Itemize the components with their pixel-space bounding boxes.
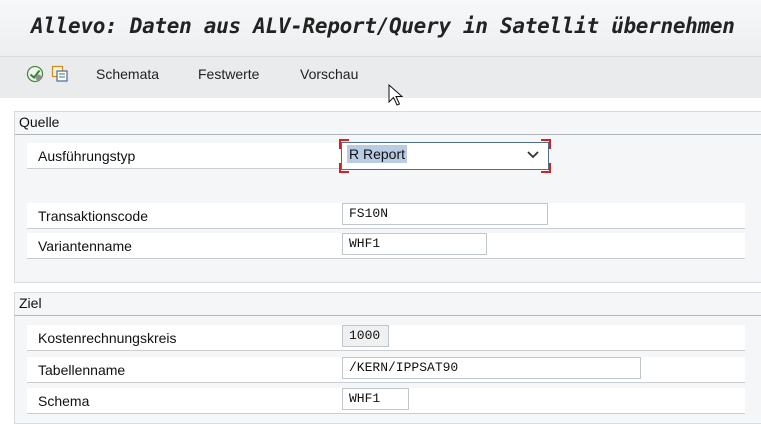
focus-corner-marker [541,139,551,149]
variantenname-input[interactable]: WHF1 [342,233,487,255]
schemata-button[interactable]: Schemata [96,66,159,82]
variantenname-label: Variantenname [38,238,132,254]
application-toolbar: Schemata Festwerte Vorschau [0,57,761,98]
vorschau-button[interactable]: Vorschau [300,66,358,82]
kostenrechnungskreis-row: Kostenrechnungskreis 1000 [27,325,745,351]
tabellenname-row: Tabellenname /KERN/IPPSAT90 [27,357,745,383]
schema-input[interactable]: WHF1 [342,388,409,410]
copy-icon[interactable] [51,65,69,83]
ausfuehrungstyp-row: Ausführungstyp [27,143,340,169]
transaktionscode-row: Transaktionscode FS10N [27,203,745,229]
focus-corner-marker [339,139,349,149]
focus-corner-marker [541,163,551,173]
transaktionscode-input[interactable]: FS10N [342,203,548,225]
quelle-group-title: Quelle [15,112,761,135]
window-title: Allevo: Daten aus ALV-Report/Query in Sa… [31,14,735,38]
transaktionscode-label: Transaktionscode [38,208,148,224]
chevron-down-icon[interactable] [527,150,539,160]
schema-label: Schema [38,393,90,409]
festwerte-button[interactable]: Festwerte [198,66,259,82]
title-bar: Allevo: Daten aus ALV-Report/Query in Sa… [0,0,761,57]
tabellenname-label: Tabellenname [38,362,126,378]
ausfuehrungstyp-value: R Report [347,145,408,163]
mouse-pointer-icon [388,84,404,106]
execute-icon[interactable] [26,65,44,83]
kostenrechnungskreis-field: 1000 [342,325,389,347]
tabellenname-input[interactable]: /KERN/IPPSAT90 [342,357,641,379]
focus-corner-marker [339,163,349,173]
schema-row: Schema WHF1 [27,388,745,414]
variantenname-row: Variantenname WHF1 [27,233,745,259]
ausfuehrungstyp-label: Ausführungstyp [38,148,136,164]
ziel-group-title: Ziel [15,293,761,316]
kostenrechnungskreis-label: Kostenrechnungskreis [38,330,177,346]
ausfuehrungstyp-select[interactable]: R Report [339,139,551,173]
